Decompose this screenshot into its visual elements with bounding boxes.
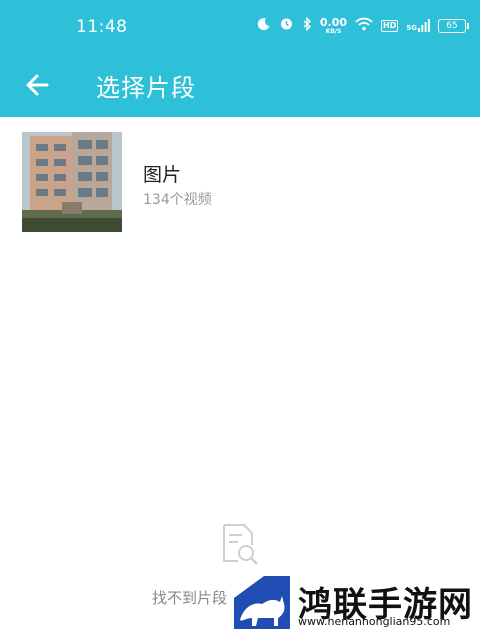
empty-state-text: 找不到片段 [152,589,228,607]
net-speed-unit: KB/S [325,27,342,35]
watermark-logo [234,576,290,629]
bluetooth-icon [302,16,312,35]
signal-icon: 5G [406,19,430,32]
signal-5g-label: 5G [406,24,417,32]
status-time: 11:48 [76,17,128,37]
net-speed: 0.00 KB/S [320,17,347,35]
no-clip-search-icon [220,523,260,565]
hd-badge: HD [381,19,399,32]
folder-thumbnail [22,132,122,232]
wifi-icon [355,17,373,35]
battery-indicator: 65 [438,18,469,33]
folder-video-count: 134个视频 [143,192,212,208]
back-button[interactable] [22,69,54,101]
alarm-icon [279,16,294,35]
clip-folder-item[interactable]: 图片 134个视频 [0,117,480,242]
status-icons: 0.00 KB/S HD 5G 65 [257,16,469,35]
page-title: 选择片段 [96,74,196,102]
moon-icon [257,17,271,35]
watermark-url: www.henanhonglian95.com [298,615,451,628]
watermark: 鸿联手游网 www.henanhonglian95.com [234,576,480,635]
folder-title: 图片 [143,164,182,186]
toolbar: 选择片段 [0,55,480,117]
back-arrow-icon [26,74,49,96]
status-bar: 11:48 0.00 KB/S HD 5G 65 [0,0,480,55]
net-speed-value: 0.00 [319,15,348,29]
